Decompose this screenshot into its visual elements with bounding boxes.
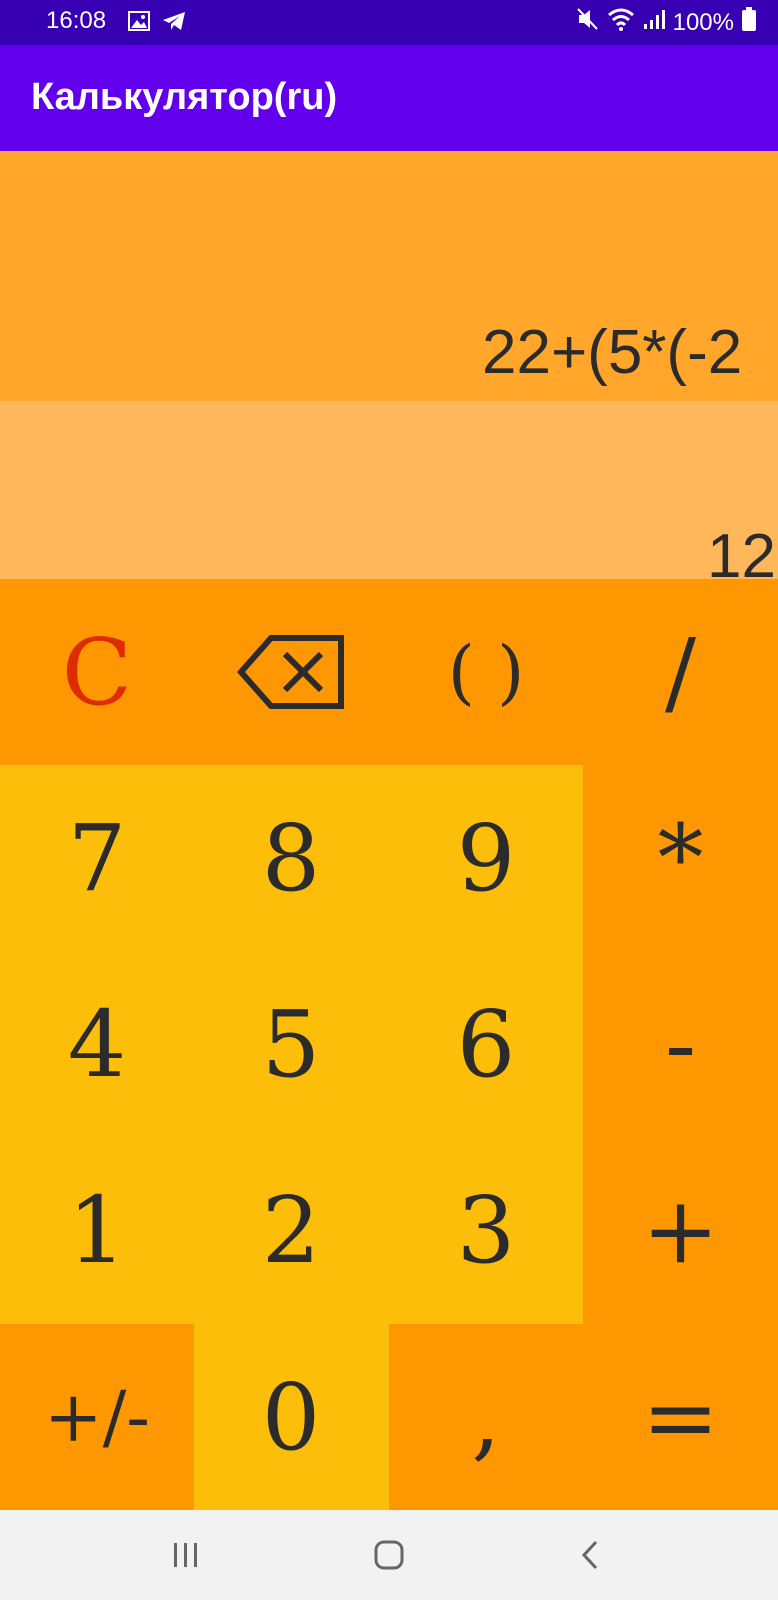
app-title: Калькулятор(ru): [31, 76, 338, 118]
image-icon: [128, 11, 150, 36]
digit-0-button[interactable]: 0: [194, 1324, 388, 1510]
app-bar: Калькулятор(ru): [0, 45, 778, 151]
battery-percent: 100%: [672, 8, 734, 36]
keypad: C ( ) / 7 8 9 * 4 5 6 - 1 2 3 + +/- 0 , …: [0, 579, 778, 1510]
backspace-icon: [237, 635, 344, 709]
plus-button[interactable]: +: [583, 1137, 778, 1323]
minus-button[interactable]: -: [583, 951, 778, 1137]
result-text: 12: [707, 522, 776, 579]
recent-apps-button[interactable]: [156, 1530, 216, 1580]
digit-5-button[interactable]: 5: [194, 951, 388, 1137]
clear-button[interactable]: C: [0, 579, 194, 765]
equals-button[interactable]: =: [583, 1324, 778, 1510]
digit-9-button[interactable]: 9: [389, 765, 583, 951]
parentheses-button[interactable]: ( ): [389, 579, 583, 765]
digit-6-button[interactable]: 6: [389, 951, 583, 1137]
multiply-button[interactable]: *: [583, 765, 778, 951]
digit-4-button[interactable]: 4: [0, 951, 194, 1137]
digit-7-button[interactable]: 7: [0, 765, 194, 951]
divide-button[interactable]: /: [583, 579, 778, 765]
status-bar: 16:08 100%: [0, 0, 778, 45]
status-time: 16:08: [46, 7, 107, 34]
home-icon: [374, 1540, 404, 1570]
mute-icon: [576, 7, 599, 38]
recent-apps-icon: [174, 1543, 197, 1567]
comma-button[interactable]: ,: [389, 1324, 583, 1510]
navigation-bar: [0, 1510, 778, 1600]
expression-display: 22+(5*(-2: [0, 151, 778, 401]
back-button[interactable]: [560, 1530, 620, 1580]
signal-icon: [643, 8, 665, 37]
home-button[interactable]: [359, 1530, 419, 1580]
digit-3-button[interactable]: 3: [389, 1137, 583, 1323]
battery-icon: [742, 7, 756, 38]
digit-2-button[interactable]: 2: [194, 1137, 388, 1323]
backspace-button[interactable]: [194, 579, 388, 765]
digit-8-button[interactable]: 8: [194, 765, 388, 951]
expression-text: 22+(5*(-2: [482, 318, 743, 387]
telegram-icon: [162, 11, 186, 36]
digit-1-button[interactable]: 1: [0, 1137, 194, 1323]
plus-minus-button[interactable]: +/-: [0, 1324, 194, 1510]
back-icon: [581, 1540, 598, 1570]
wifi-icon: [607, 7, 635, 38]
result-display: 12: [0, 401, 778, 579]
